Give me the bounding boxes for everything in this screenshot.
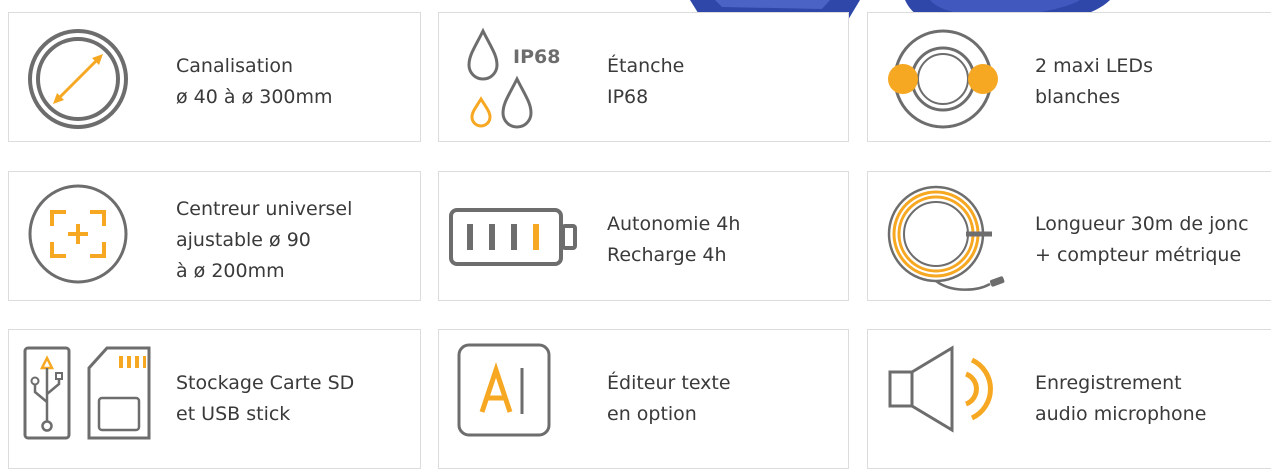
feature-card-pipe: Canalisation ø 40 à ø 300mm [8,12,421,142]
pipe-diameter-icon [28,29,128,129]
ip68-badge: IP68 [513,46,560,68]
feature-card-waterproof: IP68 Étanche IP68 [438,12,849,142]
feature-card-editor: Éditeur texte en option [438,329,849,469]
camera-leds-icon [888,29,998,129]
speaker-audio-icon [888,345,993,433]
feature-text-battery: Autonomie 4h Recharge 4h [607,213,741,266]
feature-card-centreur: Centreur universel ajustable ø 90 à ø 20… [8,171,421,301]
feature-card-leds: 2 maxi LEDs blanches [867,12,1271,142]
feature-text-audio: Enregistrement audio microphone [1035,372,1207,425]
water-drops-icon: IP68 [467,27,560,129]
feature-text-centreur: Centreur universel ajustable ø 90 à ø 20… [176,198,353,282]
centering-target-icon [28,184,128,284]
text-editor-icon [457,343,551,437]
feature-card-storage: Stockage Carte SD et USB stick [8,329,421,469]
feature-text-editor: Éditeur texte en option [607,372,731,425]
feature-text-pipe: Canalisation ø 40 à ø 300mm [176,55,333,108]
cable-reel-icon [887,185,1005,291]
feature-text-storage: Stockage Carte SD et USB stick [176,372,355,425]
feature-card-battery: Autonomie 4h Recharge 4h [438,171,849,301]
usb-sd-card-icon [23,346,151,440]
feature-text-leds: 2 maxi LEDs blanches [1035,55,1153,108]
feature-card-cable: Longueur 30m de jonc + compteur métrique [867,171,1271,301]
feature-text-cable: Longueur 30m de jonc + compteur métrique [1035,213,1249,266]
feature-card-audio: Enregistrement audio microphone [867,329,1271,469]
battery-icon [449,208,577,266]
feature-text-waterproof: Étanche IP68 [607,55,685,108]
